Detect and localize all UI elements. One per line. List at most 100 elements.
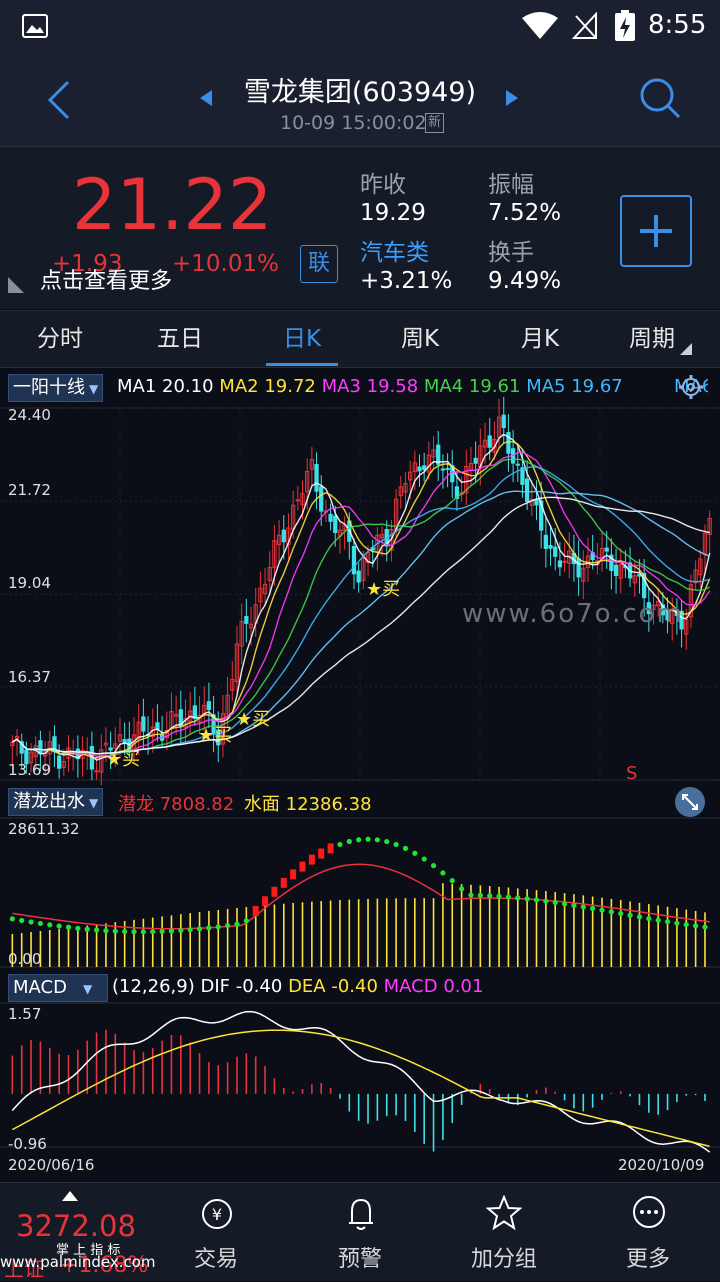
signal-dot <box>56 923 62 929</box>
tab-daily-k[interactable]: 日K <box>252 311 352 367</box>
signal-dot <box>693 923 699 929</box>
signal-dot <box>47 922 53 928</box>
tab-five-day[interactable]: 五日 <box>130 311 230 367</box>
nav-add-group-label: 加分组 <box>470 1247 537 1272</box>
nav-more[interactable]: 更多 <box>588 1183 708 1281</box>
tab-intraday[interactable]: 分时 <box>10 311 110 367</box>
candle-body <box>333 515 338 533</box>
signal-dot <box>93 927 100 933</box>
sub2-indicator-select[interactable]: MACD ▼ <box>8 974 108 1002</box>
signal-dot <box>702 924 708 930</box>
lian-badge[interactable]: 联 <box>300 245 338 283</box>
corner-arrow-icon <box>8 277 24 293</box>
sub1-indicator-select[interactable]: 潜龙出水 ▼ <box>8 788 104 816</box>
signal-dot <box>402 845 409 851</box>
candle-body <box>543 534 548 549</box>
candle-body <box>295 499 300 502</box>
y-tick-1: 21.72 <box>8 481 51 499</box>
candle-body <box>440 468 446 471</box>
candle-body <box>141 716 146 732</box>
rising-block <box>308 854 315 865</box>
prev-stock-icon[interactable] <box>198 88 214 108</box>
signal-dot <box>421 856 427 862</box>
dea-label: DEA <box>288 976 326 997</box>
sub1-legend: 潜龙 7808.82 水面 12386.38 <box>118 790 372 816</box>
candle-body <box>281 529 286 543</box>
back-icon[interactable] <box>44 78 74 122</box>
new-badge: 新 <box>425 113 445 133</box>
sub2-y-bottom: -0.96 <box>8 1135 47 1153</box>
next-stock-icon[interactable] <box>504 88 520 108</box>
nav-more-label: 更多 <box>625 1247 670 1272</box>
shuimian-value: 12386.38 <box>285 794 372 815</box>
macd-params: (12,26,9) <box>112 976 195 997</box>
candle-body <box>525 478 530 503</box>
ma-line <box>11 433 711 761</box>
sub2-y-top: 1.57 <box>8 1005 42 1023</box>
signal-dot <box>384 838 390 845</box>
candle-body <box>501 414 506 429</box>
candle-body <box>314 463 319 492</box>
signal-dot <box>28 919 34 925</box>
signal-dot <box>543 898 549 904</box>
signal-dot <box>37 920 44 927</box>
buy-marker: ★买 <box>366 579 401 600</box>
nav-alert[interactable]: 预警 <box>300 1183 420 1281</box>
status-bar: 8:55 <box>0 0 720 54</box>
active-tab-indicator <box>266 363 338 366</box>
grid-lines <box>0 407 720 781</box>
chevron-down-icon: ▼ <box>89 796 99 810</box>
signal-dot <box>477 892 483 898</box>
nav-add-group[interactable]: 加分组 <box>444 1183 564 1281</box>
x-end-date: 2020/10/09 <box>618 1156 705 1174</box>
sub1-y-bottom: 0.00 <box>8 950 42 968</box>
rising-block <box>290 869 297 880</box>
candle-body <box>351 545 357 575</box>
candle-body <box>557 560 563 568</box>
signal-dot <box>449 878 455 884</box>
signal-dot <box>515 895 521 901</box>
signal-dot <box>234 921 240 927</box>
signal-dot <box>168 928 175 934</box>
tab-period[interactable]: 周期 <box>602 311 702 367</box>
dif-label: DIF <box>200 976 231 997</box>
tab-monthly-k[interactable]: 月K <box>490 311 590 367</box>
kline-chart-area[interactable]: 一阳十线 ▼ MA1 20.10 MA2 19.72 MA3 19.58 MA4 … <box>0 367 720 1182</box>
signal-dot <box>140 929 146 935</box>
quote-timestamp: 10-09 15:00:02 <box>280 112 427 134</box>
signal-dot <box>393 841 399 848</box>
signal-dot <box>243 918 249 924</box>
add-watchlist-button[interactable] <box>620 195 692 267</box>
stat-label-turnover: 换手 <box>488 240 534 266</box>
signal-dot <box>580 904 586 910</box>
signal-dot <box>655 917 661 923</box>
candle-body <box>515 463 520 466</box>
stat-label-sector[interactable]: 汽车类 <box>360 233 429 267</box>
index-ticker[interactable]: 3272.08 上证 +1.68% 掌 上 指 标 www.palmindex.… <box>0 1183 156 1281</box>
signal-dot <box>159 928 165 935</box>
signal-dot <box>487 893 493 899</box>
signal-dot <box>524 896 530 902</box>
nav-trade[interactable]: ¥ 交易 <box>156 1183 276 1281</box>
candle-body <box>562 560 567 563</box>
sub1-y-top: 28611.32 <box>8 820 80 838</box>
candle-body <box>487 435 492 448</box>
shuimian-label: 水面 <box>243 794 280 815</box>
rising-block <box>262 896 269 907</box>
expand-icon[interactable] <box>674 786 706 818</box>
candle-body <box>445 467 450 470</box>
tab-weekly-k[interactable]: 周K <box>370 311 470 367</box>
signal-dot <box>215 924 221 930</box>
bell-icon <box>349 1198 373 1230</box>
dea-value: -0.40 <box>331 976 378 997</box>
candle-body <box>604 547 609 552</box>
x-start-date: 2020/06/16 <box>8 1156 95 1174</box>
search-icon[interactable] <box>638 76 682 120</box>
sub2-indicator-label: MACD <box>13 977 67 998</box>
signal-dot <box>627 912 633 918</box>
more-details-link[interactable]: 点击查看更多 <box>40 263 172 295</box>
signal-dot <box>505 894 512 900</box>
signal-dot <box>365 836 371 842</box>
signal-dot <box>178 927 184 934</box>
wifi-icon <box>522 12 558 39</box>
